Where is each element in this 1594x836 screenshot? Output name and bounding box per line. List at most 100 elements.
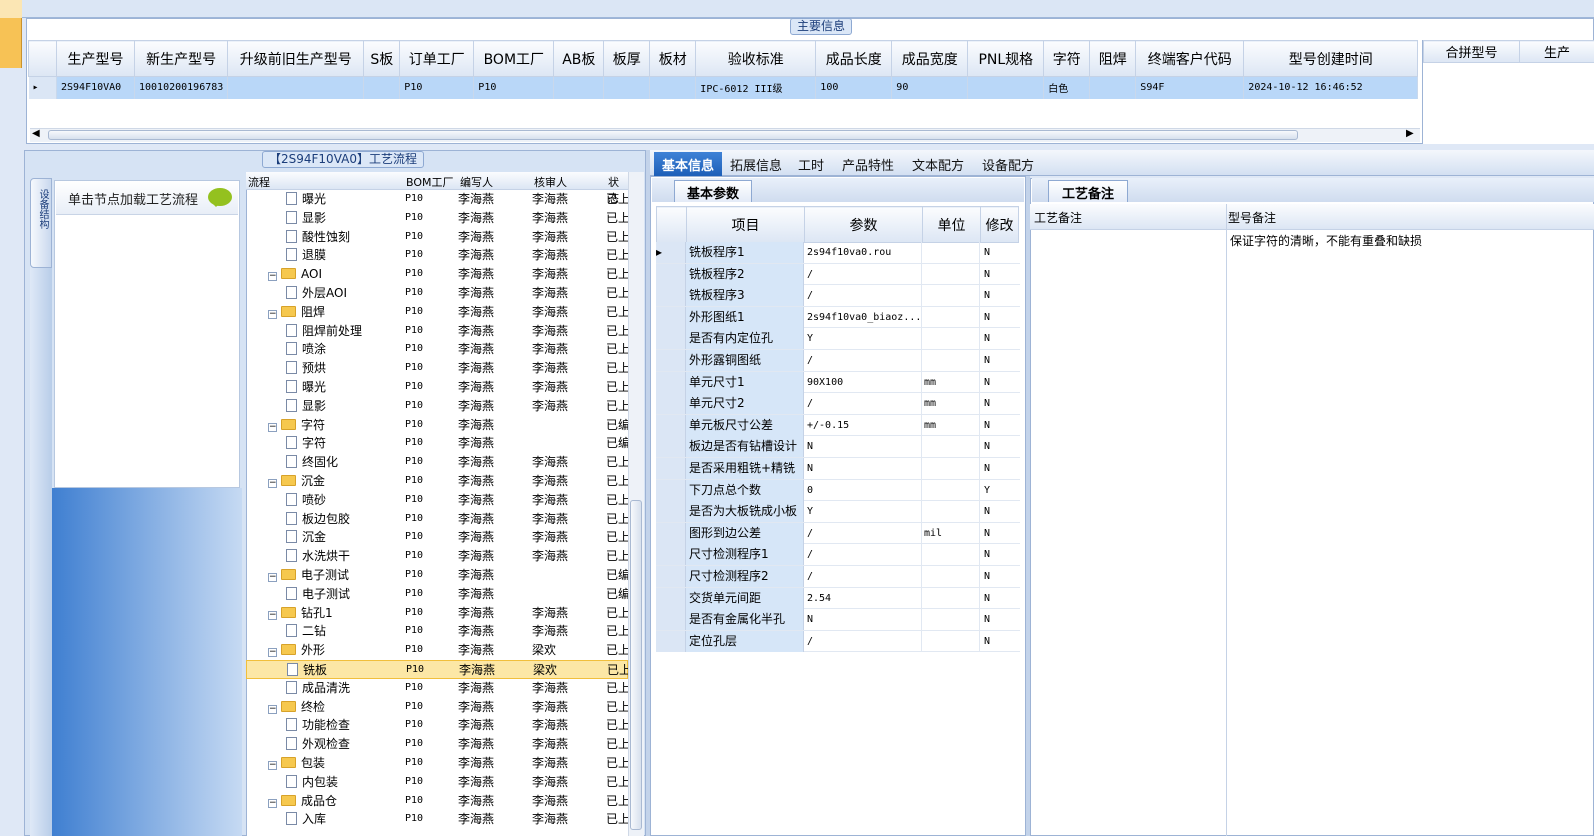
process-tree-row[interactable]: 外层AOI P10 李海燕 李海燕 已上 <box>246 284 630 303</box>
main-cell[interactable]: 10010200196783 <box>134 76 229 99</box>
param-value[interactable]: / <box>804 522 922 544</box>
process-tree-row[interactable]: 外观检查 P10 李海燕 李海燕 已上 <box>246 735 630 754</box>
tab[interactable]: 基本信息 <box>654 152 723 176</box>
col-header-main[interactable]: 生产型号 <box>56 40 135 77</box>
param-unit[interactable] <box>922 285 980 307</box>
col-header-main[interactable]: PNL规格 <box>967 40 1045 77</box>
process-tree-row[interactable]: 终固化 P10 李海燕 李海燕 已上 <box>246 453 630 472</box>
param-modify[interactable]: N <box>982 350 1020 371</box>
col-header-main[interactable]: 型号创建时间 <box>1243 40 1419 77</box>
col-header-model-note[interactable]: 型号备注 <box>1228 209 1276 226</box>
side-tab-equipment[interactable]: 设备结构 <box>30 178 52 268</box>
process-tree-row[interactable]: − 成品仓 P10 李海燕 李海燕 已上 <box>246 792 630 811</box>
tab[interactable]: 设备配方 <box>974 152 1042 176</box>
tree-col-writer[interactable]: 编写人 <box>460 174 493 190</box>
main-cell[interactable] <box>649 76 697 99</box>
col-header-combined-model[interactable]: 合拼型号 <box>1423 40 1520 63</box>
process-tree-row[interactable]: − 沉金 P10 李海燕 李海燕 已上 <box>246 472 630 491</box>
param-modify[interactable]: N <box>982 544 1020 565</box>
process-tree-row[interactable]: 二钻 P10 李海燕 李海燕 已上 <box>246 622 630 641</box>
param-row[interactable]: 铣板程序2/ N <box>656 263 1020 286</box>
process-tree-row[interactable]: − AOI P10 李海燕 李海燕 已上 <box>246 265 630 284</box>
collapse-icon[interactable]: − <box>268 309 277 319</box>
process-tree-row[interactable]: − 钻孔1 P10 李海燕 李海燕 已上 <box>246 604 630 623</box>
process-tree-row[interactable]: 功能检查 P10 李海燕 李海燕 已上 <box>246 716 630 735</box>
col-header-main[interactable]: 订单工厂 <box>399 40 475 77</box>
col-header-main[interactable]: AB板 <box>553 40 605 77</box>
row-selector[interactable] <box>656 328 686 350</box>
row-selector[interactable] <box>656 522 686 544</box>
param-modify[interactable]: N <box>982 523 1020 544</box>
splitter-right[interactable] <box>1026 176 1030 836</box>
col-header-main[interactable]: 新生产型号 <box>133 40 229 77</box>
tab[interactable]: 文本配方 <box>904 152 972 176</box>
row-selector[interactable] <box>656 436 686 458</box>
param-row[interactable]: 尺寸检测程序2/ N <box>656 566 1020 588</box>
col-header-process-note[interactable]: 工艺备注 <box>1034 209 1082 226</box>
process-tree-row[interactable]: 退膜 P10 李海燕 李海燕 已上 <box>246 246 630 265</box>
param-value[interactable]: 2s94f10va0_biaoz... <box>804 306 922 328</box>
param-unit[interactable]: mm <box>922 371 980 393</box>
col-header-item[interactable]: 项目 <box>686 206 805 243</box>
row-selector[interactable] <box>656 566 686 587</box>
process-tree-row[interactable]: 曝光 P10 李海燕 李海燕 已上 <box>246 378 630 397</box>
main-cell[interactable] <box>967 76 1045 99</box>
param-unit[interactable] <box>922 328 980 350</box>
param-unit[interactable]: mil <box>922 522 980 544</box>
param-row[interactable]: ▸ 铣板程序1 2s94f10va0.rou N <box>656 242 1020 264</box>
col-header-main[interactable]: BOM工厂 <box>473 40 555 77</box>
param-row[interactable]: 尺寸检测程序1/ N <box>656 544 1020 566</box>
param-modify[interactable]: N <box>982 415 1020 436</box>
tree-col-bom[interactable]: BOM工厂 <box>406 174 454 190</box>
param-unit[interactable] <box>922 306 980 328</box>
param-modify[interactable]: N <box>982 393 1020 414</box>
main-cell[interactable]: 2S94F10VA0 <box>56 76 135 99</box>
process-tree-row[interactable]: − 字符 P10 李海燕 已编 <box>246 416 630 435</box>
main-cell[interactable]: P10 <box>399 76 475 99</box>
param-unit[interactable] <box>922 242 980 263</box>
process-tree-row[interactable]: 铣板 P10 李海燕 梁欢 已上 <box>246 660 631 679</box>
param-value[interactable]: / <box>804 263 922 285</box>
col-header-param[interactable]: 参数 <box>804 206 923 243</box>
scroll-left-arrow-icon[interactable]: ◀ <box>32 128 40 139</box>
process-tree-row[interactable]: 喷涂 P10 李海燕 李海燕 已上 <box>246 340 630 359</box>
param-value[interactable]: 2s94f10va0.rou <box>804 242 922 263</box>
process-tree-row[interactable]: 字符 P10 李海燕 已编 <box>246 434 630 453</box>
param-row[interactable]: 单元板尺寸公差 +/-0.15 mm N <box>656 414 1020 437</box>
main-cell[interactable]: 100 <box>815 76 893 99</box>
main-cell[interactable]: S94F <box>1135 76 1245 99</box>
param-value[interactable]: / <box>804 566 922 587</box>
row-selector[interactable] <box>656 306 686 328</box>
row-selector[interactable] <box>656 587 686 609</box>
process-tree-row[interactable]: − 阻焊 P10 李海燕 李海燕 已上 <box>246 303 630 322</box>
param-unit[interactable]: mm <box>922 414 980 436</box>
param-row[interactable]: 单元尺寸2/mm N <box>656 393 1020 415</box>
param-unit[interactable] <box>922 566 980 587</box>
collapse-icon[interactable]: − <box>268 422 277 432</box>
param-modify[interactable]: N <box>982 631 1020 652</box>
main-cell[interactable] <box>363 76 401 99</box>
param-value[interactable]: / <box>804 630 922 652</box>
collapse-icon[interactable]: − <box>268 761 277 770</box>
row-selector[interactable] <box>656 414 686 436</box>
row-selector[interactable] <box>656 458 686 479</box>
param-modify[interactable]: N <box>982 285 1020 306</box>
param-unit[interactable] <box>922 609 980 631</box>
process-tree-row[interactable]: − 电子测试 P10 李海燕 已编 <box>246 566 630 585</box>
param-unit[interactable] <box>922 587 980 609</box>
process-tree-row[interactable]: 电子测试 P10 李海燕 已编 <box>246 585 630 604</box>
col-header-unit[interactable]: 单位 <box>922 206 981 243</box>
col-header-main[interactable]: 升级前旧生产型号 <box>227 40 365 77</box>
row-selector[interactable]: ▸ <box>28 76 57 99</box>
param-value[interactable]: Y <box>804 328 922 350</box>
process-tree-row[interactable]: 曝光 P10 李海燕 李海燕 已上 <box>246 190 630 209</box>
row-selector[interactable] <box>656 350 686 371</box>
collapse-icon[interactable]: − <box>268 648 277 658</box>
param-row[interactable]: 是否采用粗铣+精铣 N N <box>656 458 1020 480</box>
row-selector[interactable] <box>656 544 686 566</box>
col-header-main[interactable]: 板厚 <box>603 40 651 77</box>
process-tree-row[interactable]: 显影 P10 李海燕 李海燕 已上 <box>246 397 630 416</box>
param-value[interactable]: N <box>804 609 922 631</box>
main-cell[interactable]: 90 <box>891 76 969 99</box>
process-tree-vscroll-thumb[interactable] <box>630 500 642 830</box>
